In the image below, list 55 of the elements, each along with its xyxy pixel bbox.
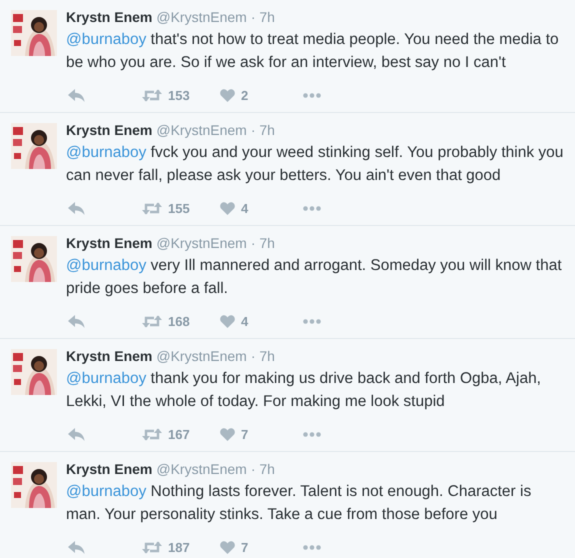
user-name[interactable]: Krystn Enem [66,348,152,364]
tweet-text: @burnaboy Nothing lasts forever. Talent is not enough. Character is man. Your personality stinks. Take a cue from those before you [66,482,532,525]
retweet-icon[interactable] [142,315,162,328]
retweet-icon[interactable] [142,428,162,441]
retweet-icon[interactable] [142,89,162,102]
user-handle[interactable]: @KrystnEnem [156,235,247,251]
user-handle[interactable]: @KrystnEnem [156,348,247,364]
mention-link[interactable]: @burnaboy [66,144,146,161]
retweet-icon[interactable] [142,541,162,554]
heart-icon[interactable] [220,428,235,441]
user-handle[interactable]: @KrystnEnem [156,9,247,25]
mention-link[interactable]: @burnaboy [66,370,146,387]
retweet-count: 153 [168,88,191,103]
user-handle[interactable]: @KrystnEnem [156,122,247,138]
timestamp[interactable]: · 7h [250,461,275,477]
user-handle[interactable]: @KrystnEnem [156,461,247,477]
like-count: 4 [241,314,250,329]
reply-icon[interactable] [68,541,85,554]
like-count: 4 [241,201,250,216]
reply-icon[interactable] [68,202,85,215]
user-name[interactable]: Krystn Enem [66,461,152,477]
user-name[interactable]: Krystn Enem [66,122,152,138]
tweet-text: @burnaboy thank you for making us drive back and forth Ogba, Ajah, Lekki, VI the whole of today. For making me look stupid [66,369,542,412]
retweet-count: 187 [168,540,191,555]
like-count: 2 [241,88,250,103]
timestamp[interactable]: · 7h [250,348,275,364]
retweet-count: 168 [168,314,191,329]
more-icon[interactable] [303,432,321,437]
user-name[interactable]: Krystn Enem [66,9,152,25]
more-icon[interactable] [303,206,321,211]
timestamp[interactable]: · 7h [250,235,275,251]
timestamp[interactable]: · 7h [250,122,275,138]
more-icon[interactable] [303,319,321,324]
timestamp[interactable]: · 7h [250,9,275,25]
like-count: 7 [241,540,250,555]
more-icon[interactable] [303,545,321,550]
heart-icon[interactable] [220,202,235,215]
heart-icon[interactable] [220,541,235,554]
tweet-text: @burnaboy fvck you and your weed stinking self. You probably think you can never fall, please ask your betters. You ain't even that good [66,143,564,186]
mention-link[interactable]: @burnaboy [66,483,146,500]
user-name[interactable]: Krystn Enem [66,235,152,251]
reply-icon[interactable] [68,315,85,328]
heart-icon[interactable] [220,89,235,102]
reply-icon[interactable] [68,89,85,102]
more-icon[interactable] [303,93,321,98]
mention-link[interactable]: @burnaboy [66,31,146,48]
heart-icon[interactable] [220,315,235,328]
retweet-icon[interactable] [142,202,162,215]
reply-icon[interactable] [68,428,85,441]
like-count: 7 [241,427,250,442]
retweet-count: 167 [168,427,191,442]
tweet-text: @burnaboy that's not how to treat media people. You need the media to be who you are. So if we ask for an interview, best say no I can't [66,30,560,73]
mention-link[interactable]: @burnaboy [66,257,146,274]
retweet-count: 155 [168,201,191,216]
tweet-text: @burnaboy very Ill mannered and arrogant. Someday you will know that pride goes before a fall. [66,256,563,299]
